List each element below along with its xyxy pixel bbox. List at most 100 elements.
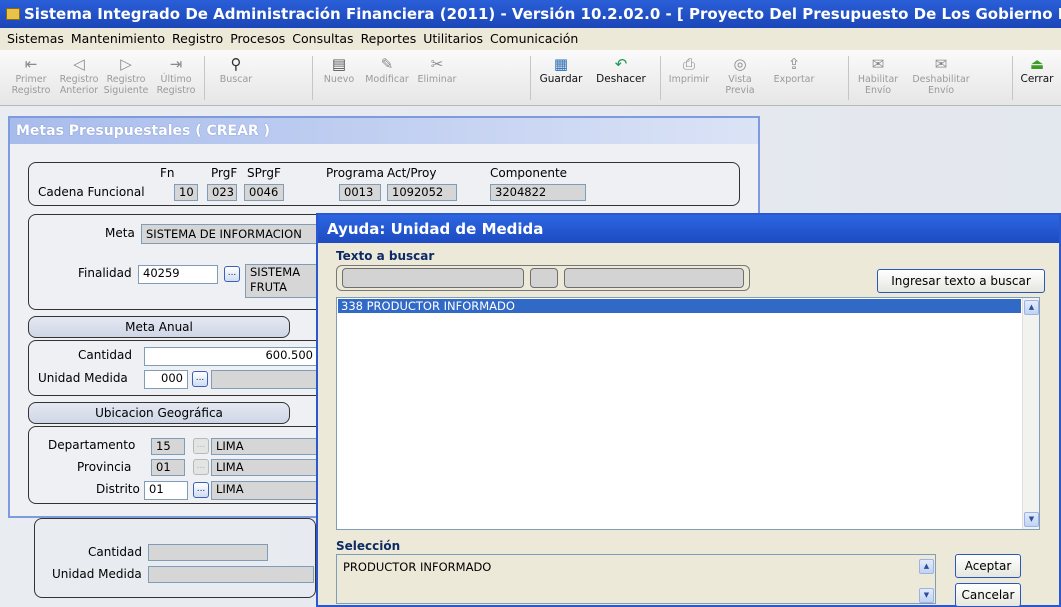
unidad-medida-desc-field [211, 370, 321, 389]
texto-a-buscar-label: Texto a buscar [336, 249, 435, 263]
delete-button[interactable]: ✂ Eliminar [414, 52, 460, 104]
componente-header: Componente [490, 166, 568, 180]
distrito-lookup-button[interactable]: ... [193, 482, 209, 498]
provincia-code-field: 01 [151, 459, 185, 476]
enable-send-button[interactable]: ✉ Habilitar Envío [852, 52, 904, 104]
programa-field: 0013 [339, 184, 381, 201]
cantidad-label: Cantidad [78, 348, 132, 362]
menu-bar: Sistemas Mantenimiento Registro Procesos Con… [0, 28, 1061, 50]
envelope-off-icon: ✉ [934, 55, 948, 73]
undo-button[interactable]: ↶ Deshacer [590, 52, 652, 104]
lower-cantidad-label: Cantidad [88, 545, 142, 559]
metas-window-title: Metas Presupuestales ( CREAR ) [10, 118, 758, 144]
search-input-2[interactable] [530, 268, 558, 288]
actproy-header: Act/Proy [387, 166, 437, 180]
scroll-down-icon[interactable]: ▼ [919, 588, 934, 603]
search-input-3[interactable] [564, 268, 744, 288]
departamento-lookup-button[interactable]: ... [193, 438, 209, 454]
finalidad-lookup-button[interactable]: ... [224, 266, 240, 282]
sprgf-field: 0046 [244, 184, 284, 201]
seleccion-scrollbar[interactable]: ▲ ▼ [918, 555, 935, 603]
lower-unidad-medida-field [148, 566, 314, 583]
ingresar-texto-button[interactable]: Ingresar texto a buscar [877, 269, 1045, 293]
export-icon: ⇪ [787, 55, 801, 73]
next-record-icon: ▷ [120, 55, 132, 73]
next-record-button[interactable]: ▷ Registro Siguiente [102, 52, 150, 104]
disable-send-button[interactable]: ✉ Deshabilitar Envío [908, 52, 974, 104]
unidad-medida-lookup-button[interactable]: ... [192, 371, 208, 387]
menu-sistemas[interactable]: Sistemas [7, 31, 64, 46]
finalidad-desc-field: SISTEMA FRUTA [245, 264, 321, 298]
departamento-code-field: 15 [151, 438, 185, 455]
window-titlebar: Sistema Integrado De Administración Fina… [0, 0, 1061, 28]
prgf-header: PrgF [211, 166, 238, 180]
prev-record-button[interactable]: ◁ Registro Anterior [58, 52, 100, 104]
meta-label: Meta [105, 226, 135, 240]
finalidad-code-field[interactable]: 40259 [138, 265, 218, 284]
save-button[interactable]: ▦ Guardar [536, 52, 586, 104]
toolbar-separator [530, 56, 531, 100]
menu-consultas[interactable]: Consultas [292, 31, 353, 46]
ubicacion-geografica-header: Ubicacion Geográfica [28, 402, 290, 424]
scroll-up-icon[interactable]: ▲ [1024, 300, 1039, 315]
actproy-field: 1092052 [387, 184, 457, 201]
first-record-button[interactable]: ⇤ Primer Registro [10, 52, 52, 104]
finalidad-desc-line1: SISTEMA [250, 265, 301, 279]
undo-icon: ↶ [614, 55, 628, 73]
magnifier-icon: ◎ [733, 55, 747, 73]
search-input-1[interactable] [342, 268, 524, 288]
cadena-funcional-group [28, 162, 740, 206]
ayuda-unidad-medida-dialog: Ayuda: Unidad de Medida Texto a buscar I… [316, 213, 1061, 607]
menu-reportes[interactable]: Reportes [361, 31, 417, 46]
menu-utilitarios[interactable]: Utilitarios [423, 31, 483, 46]
sprgf-header: SPrgF [247, 166, 281, 180]
componente-field: 3204822 [490, 184, 586, 201]
unidad-medida-code-field[interactable]: 000 [144, 370, 188, 389]
lower-unidad-medida-label: Unidad Medida [52, 567, 142, 581]
prev-record-icon: ◁ [73, 55, 85, 73]
app-icon [6, 8, 20, 20]
departamento-name-field: LIMA [211, 438, 321, 455]
close-button[interactable]: ⏏ Cerrar [1016, 52, 1058, 104]
preview-button[interactable]: ◎ Vista Previa [718, 52, 762, 104]
finalidad-desc-line2: FRUTA [250, 280, 288, 294]
prgf-field: 023 [207, 184, 237, 201]
finalidad-label: Finalidad [78, 266, 132, 280]
aceptar-button[interactable]: Aceptar [955, 554, 1021, 578]
scroll-down-icon[interactable]: ▼ [1024, 512, 1039, 527]
menu-procesos[interactable]: Procesos [230, 31, 285, 46]
new-button[interactable]: ▤ Nuevo [318, 52, 360, 104]
toolbar: ⇤ Primer Registro ◁ Registro Anterior ▷ Regis… [0, 50, 1061, 106]
seleccion-label: Selección [336, 539, 401, 553]
print-button[interactable]: ⎙ Imprimir [666, 52, 712, 104]
last-record-icon: ⇥ [169, 55, 183, 73]
edit-button[interactable]: ✎ Modificar [362, 52, 412, 104]
save-icon: ▦ [553, 55, 569, 73]
distrito-code-field[interactable]: 01 [144, 481, 188, 500]
list-item[interactable]: 338 PRODUCTOR INFORMADO [338, 299, 1021, 313]
toolbar-separator [660, 56, 661, 100]
cantidad-input[interactable]: 600.500 [144, 347, 318, 366]
cancelar-button[interactable]: Cancelar [955, 583, 1021, 607]
printer-icon: ⎙ [682, 55, 695, 73]
menu-mantenimiento[interactable]: Mantenimiento [71, 31, 165, 46]
meta-anual-header: Meta Anual [28, 316, 290, 338]
seleccion-field: PRODUCTOR INFORMADO ▲ ▼ [336, 554, 936, 604]
toolbar-separator [848, 56, 849, 100]
last-record-button[interactable]: ⇥ Último Registro [153, 52, 199, 104]
provincia-lookup-button[interactable]: ... [193, 459, 209, 475]
new-icon: ▤ [331, 55, 347, 73]
export-button[interactable]: ⇪ Exportar [768, 52, 820, 104]
seleccion-value: PRODUCTOR INFORMADO [343, 560, 492, 574]
meta-field: SISTEMA DE INFORMACION [141, 224, 321, 244]
menu-comunicacion[interactable]: Comunicación [490, 31, 578, 46]
cadena-funcional-label: Cadena Funcional [38, 185, 145, 199]
ayuda-dialog-title: Ayuda: Unidad de Medida [318, 215, 1059, 243]
menu-registro[interactable]: Registro [172, 31, 223, 46]
list-scrollbar[interactable]: ▲ ▼ [1022, 298, 1039, 529]
exit-icon: ⏏ [1029, 55, 1045, 73]
scroll-up-icon[interactable]: ▲ [919, 559, 934, 574]
search-button[interactable]: ⚲ Buscar [208, 52, 264, 104]
provincia-name-field: LIMA [211, 459, 321, 476]
unidad-medida-list[interactable]: 338 PRODUCTOR INFORMADO ▲ ▼ [336, 297, 1040, 530]
